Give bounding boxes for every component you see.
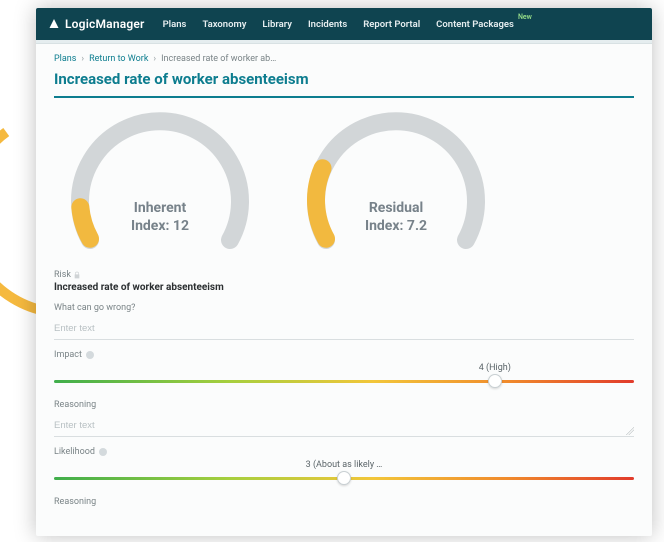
breadcrumb: Plans › Return to Work › Increased rate … xyxy=(54,54,634,64)
new-badge: New xyxy=(518,13,532,21)
gauges-row: Inherent Index: 12 Residual Index: 7. xyxy=(54,110,634,260)
top-nav: LogicManager Plans Taxonomy Library Inci… xyxy=(36,8,652,40)
crumb-sep: › xyxy=(81,54,84,64)
nav-taxonomy[interactable]: Taxonomy xyxy=(202,19,246,30)
crumb-plans[interactable]: Plans xyxy=(54,54,76,64)
brand-logo[interactable]: LogicManager xyxy=(48,17,145,31)
likelihood-label-text: Likelihood xyxy=(54,447,95,457)
field-reasoning-2: Reasoning xyxy=(54,497,634,507)
lock-icon xyxy=(73,271,81,279)
what-wrong-label: What can go wrong? xyxy=(54,303,634,313)
impact-label: Impact xyxy=(54,350,634,360)
likelihood-value-label: 3 (About as likely … xyxy=(306,460,383,470)
brand-name: LogicManager xyxy=(65,17,145,31)
nav-library[interactable]: Library xyxy=(262,19,292,30)
gauge-residual-value: 7.2 xyxy=(407,218,427,234)
impact-value-label: 4 (High) xyxy=(479,363,511,373)
gauge-inherent-value: 12 xyxy=(173,218,189,234)
nav-content-packages[interactable]: Content Packages New xyxy=(436,19,514,30)
impact-thumb[interactable] xyxy=(488,374,502,388)
gauge-residual-label: Residual Index: 7.2 xyxy=(296,200,496,235)
gauge-residual: Residual Index: 7.2 xyxy=(296,110,496,260)
likelihood-slider[interactable]: 3 (About as likely … xyxy=(54,463,634,487)
impact-slider[interactable]: 4 (High) xyxy=(54,366,634,390)
gauge-inherent-title: Inherent xyxy=(134,200,187,216)
field-likelihood: Likelihood 3 (About as likely … xyxy=(54,447,634,487)
nav-items: Plans Taxonomy Library Incidents Report … xyxy=(163,19,514,30)
info-icon[interactable] xyxy=(86,351,94,359)
risk-label-text: Risk xyxy=(54,270,71,280)
nav-content-packages-label: Content Packages xyxy=(436,19,514,30)
gauge-inherent-svg xyxy=(60,110,260,260)
risk-name: Increased rate of worker absenteeism xyxy=(54,282,634,293)
nav-plans[interactable]: Plans xyxy=(163,19,187,30)
likelihood-thumb[interactable] xyxy=(337,471,351,485)
page-title: Increased rate of worker absenteeism xyxy=(54,70,634,98)
crumb-current: Increased rate of worker ab… xyxy=(161,54,276,64)
resize-handle-icon[interactable] xyxy=(626,427,634,435)
likelihood-label: Likelihood xyxy=(54,447,634,457)
gauge-residual-svg xyxy=(296,110,496,260)
content-area: Plans › Return to Work › Increased rate … xyxy=(36,44,652,536)
app-window: LogicManager Plans Taxonomy Library Inci… xyxy=(36,8,652,536)
reasoning2-label: Reasoning xyxy=(54,497,634,507)
gauge-residual-index-label: Index: xyxy=(365,218,403,234)
crumb-return-to-work[interactable]: Return to Work xyxy=(89,54,148,64)
field-reasoning-1: Reasoning xyxy=(54,400,634,437)
info-icon[interactable] xyxy=(99,448,107,456)
gauge-inherent-index-label: Index: xyxy=(131,218,169,234)
nav-incidents[interactable]: Incidents xyxy=(308,19,347,30)
risk-section-label: Risk xyxy=(54,270,634,280)
field-impact: Impact 4 (High) xyxy=(54,350,634,390)
logo-icon xyxy=(48,18,60,30)
reasoning1-label: Reasoning xyxy=(54,400,634,410)
gauge-residual-title: Residual xyxy=(369,200,423,216)
impact-label-text: Impact xyxy=(54,350,82,360)
reasoning1-input[interactable] xyxy=(54,417,634,437)
gauge-inherent-label: Inherent Index: 12 xyxy=(60,200,260,235)
nav-report-portal[interactable]: Report Portal xyxy=(363,19,420,30)
gauge-inherent: Inherent Index: 12 xyxy=(60,110,260,260)
field-what-wrong: What can go wrong? xyxy=(54,303,634,340)
what-wrong-input[interactable] xyxy=(54,320,634,340)
crumb-sep: › xyxy=(153,54,156,64)
impact-track xyxy=(54,380,634,383)
